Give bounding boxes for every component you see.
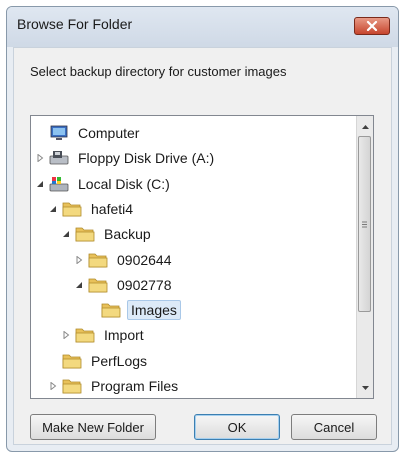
- tree-item[interactable]: PerfLogs: [48, 350, 150, 372]
- tree-item-label: hafeti4: [91, 200, 134, 217]
- expanded-arrow-icon[interactable]: [35, 179, 45, 189]
- folder-icon: [88, 251, 108, 269]
- tree-item[interactable]: Import: [61, 324, 147, 346]
- folder-icon: [62, 377, 82, 395]
- tree-item-label: 0902644: [117, 251, 172, 268]
- scroll-up-button[interactable]: [357, 118, 373, 135]
- cancel-button[interactable]: Cancel: [291, 414, 377, 440]
- expanded-arrow-icon[interactable]: [48, 204, 58, 214]
- tree-item-label: Import: [104, 327, 144, 344]
- tree-item-label: Images: [127, 300, 181, 321]
- scroll-thumb[interactable]: [358, 136, 371, 312]
- tree-item[interactable]: 0902644: [74, 249, 175, 271]
- expanded-arrow-icon[interactable]: [61, 229, 71, 239]
- close-button[interactable]: [354, 17, 390, 35]
- folder-icon: [62, 200, 82, 218]
- tree-item[interactable]: Local Disk (C:): [35, 173, 173, 195]
- toggle-spacer: [35, 128, 45, 138]
- tree-item[interactable]: Computer: [35, 122, 142, 144]
- folder-tree[interactable]: Computer Floppy Disk Drive (A:) Local Disk…: [30, 115, 374, 399]
- tree-item[interactable]: 0902778: [74, 274, 175, 296]
- collapsed-arrow-icon[interactable]: [48, 381, 58, 391]
- toggle-spacer: [48, 356, 58, 366]
- collapsed-arrow-icon[interactable]: [35, 153, 45, 163]
- tree-item-label: PerfLogs: [91, 352, 148, 369]
- folder-icon: [75, 225, 95, 243]
- computer-icon: [49, 124, 69, 142]
- floppy-drive-icon: [49, 149, 69, 167]
- make-new-folder-button[interactable]: Make New Folder: [30, 414, 156, 440]
- tree-item-label: 0902778: [117, 276, 172, 293]
- scroll-down-arrow-icon: [361, 385, 369, 390]
- tree-item[interactable]: Images: [87, 299, 181, 321]
- folder-icon: [75, 326, 95, 344]
- grip-icon: [362, 221, 367, 227]
- close-icon: [366, 21, 378, 31]
- local-disk-icon: [49, 175, 69, 193]
- scroll-down-button[interactable]: [357, 379, 373, 396]
- tree-item[interactable]: Backup: [61, 223, 154, 245]
- tree-item-label: Program Files: [91, 378, 179, 394]
- folder-icon: [101, 301, 121, 319]
- title-bar[interactable]: Browse For Folder: [7, 7, 398, 47]
- collapsed-arrow-icon[interactable]: [74, 255, 84, 265]
- tree-item[interactable]: Floppy Disk Drive (A:): [35, 147, 217, 169]
- toggle-spacer: [87, 305, 97, 315]
- folder-icon: [62, 352, 82, 370]
- tree-item-label: Floppy Disk Drive (A:): [78, 150, 215, 167]
- tree-item-label: Computer: [78, 125, 140, 141]
- browse-for-folder-dialog: Browse For Folder Select backup director…: [6, 6, 399, 452]
- tree-item[interactable]: hafeti4: [48, 198, 136, 220]
- folder-icon: [88, 276, 108, 294]
- tree-scrollbar[interactable]: [356, 116, 373, 398]
- instruction-text: Select backup directory for customer ima…: [30, 64, 287, 79]
- scroll-up-arrow-icon: [361, 124, 369, 129]
- dialog-title: Browse For Folder: [17, 16, 133, 32]
- dialog-body: Select backup directory for customer ima…: [13, 47, 392, 445]
- tree-item[interactable]: Program Files: [48, 375, 181, 397]
- expanded-arrow-icon[interactable]: [74, 280, 84, 290]
- ok-button[interactable]: OK: [194, 414, 280, 440]
- collapsed-arrow-icon[interactable]: [61, 330, 71, 340]
- tree-item-label: Backup: [104, 226, 151, 243]
- tree-item-label: Local Disk (C:): [78, 175, 170, 192]
